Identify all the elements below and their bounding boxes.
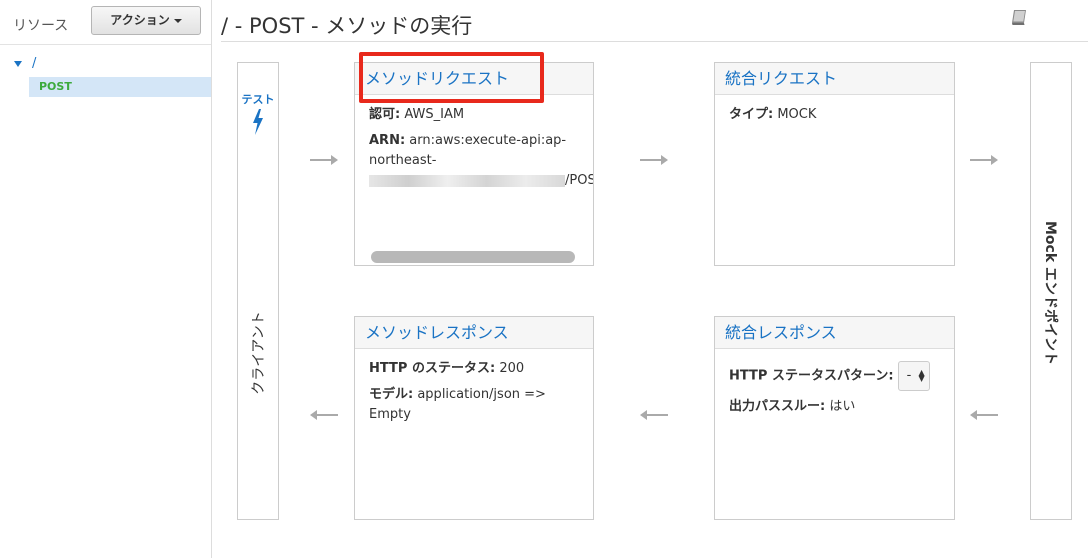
passthrough-row: 出力パススルー: はい	[729, 397, 940, 417]
passthrough-value: はい	[829, 399, 856, 414]
arrow-left-icon	[310, 410, 338, 420]
resource-root-label: /	[32, 56, 37, 71]
redacted-account-id	[369, 174, 565, 187]
arrow-right-icon	[640, 155, 668, 165]
client-label: クライアント	[251, 311, 267, 395]
auth-label: 認可:	[369, 107, 401, 122]
type-value: MOCK	[777, 107, 817, 122]
arn-value-line1: arn:aws:execute-api:ap-	[409, 133, 567, 148]
integration-response-title[interactable]: 統合レスポンス	[715, 317, 954, 349]
arrow-left-icon	[640, 410, 668, 420]
integration-response-card: 統合レスポンス HTTP ステータスパターン: - ▲ ▼ 出力パススルー: はい	[714, 316, 955, 520]
arn-value-line3: /POS	[565, 173, 594, 188]
endpoint-label: Mock エンドポイント	[1042, 220, 1058, 366]
auth-row: 認可: AWS_IAM	[369, 105, 579, 125]
endpoint-column: Mock エンドポイント	[1030, 62, 1072, 520]
status-label: HTTP のステータス:	[369, 361, 496, 376]
status-pattern-select[interactable]: - ▲ ▼	[897, 361, 930, 391]
lightning-icon[interactable]	[251, 109, 265, 135]
test-link[interactable]: テスト	[238, 91, 278, 107]
arn-value-line2: northeast-	[369, 153, 437, 168]
passthrough-label: 出力パススルー:	[729, 399, 826, 414]
actions-button-label: アクション	[110, 13, 170, 27]
arn-row: ARN: arn:aws:execute-api:ap- northeast- …	[369, 131, 593, 191]
status-value: 200	[499, 361, 525, 376]
integration-request-card: 統合リクエスト タイプ: MOCK	[714, 62, 955, 266]
method-response-card: メソッドレスポンス HTTP のステータス: 200 モデル: applicat…	[354, 316, 594, 520]
arn-label: ARN:	[369, 133, 406, 148]
highlight-box	[359, 52, 544, 103]
select-arrows-icon: ▲ ▼	[918, 368, 925, 383]
arrow-left-icon	[970, 410, 998, 420]
model-row: モデル: application/json => Empty	[369, 385, 579, 425]
type-label: タイプ:	[729, 107, 774, 122]
book-icon[interactable]	[1010, 8, 1029, 26]
sidebar-header: リソース アクション	[0, 0, 211, 45]
type-row: タイプ: MOCK	[729, 105, 940, 125]
sidebar-title: リソース	[13, 18, 69, 34]
actions-dropdown-button[interactable]: アクション	[91, 6, 201, 35]
resource-tree-root[interactable]: /	[14, 56, 36, 71]
method-response-title[interactable]: メソッドレスポンス	[355, 317, 593, 349]
status-pattern-label: HTTP ステータスパターン:	[729, 368, 894, 384]
sidebar: リソース アクション / POST	[0, 0, 212, 558]
model-label: モデル:	[369, 387, 414, 402]
status-pattern-row: HTTP ステータスパターン: - ▲ ▼	[729, 361, 940, 391]
caret-down-icon	[173, 18, 182, 23]
expand-triangle-icon	[14, 60, 22, 67]
page-title: / - POST - メソッドの実行	[221, 14, 473, 38]
horizontal-scrollbar[interactable]	[371, 251, 575, 263]
client-column: テスト クライアント	[237, 62, 279, 520]
status-row: HTTP のステータス: 200	[369, 359, 579, 379]
title-divider	[221, 41, 1088, 42]
resource-tree-method-post[interactable]: POST	[29, 77, 211, 97]
arrow-right-icon	[970, 155, 998, 165]
integration-request-title[interactable]: 統合リクエスト	[715, 63, 954, 95]
arrow-right-icon	[310, 155, 338, 165]
status-pattern-value: -	[906, 368, 912, 383]
auth-value: AWS_IAM	[404, 107, 465, 122]
